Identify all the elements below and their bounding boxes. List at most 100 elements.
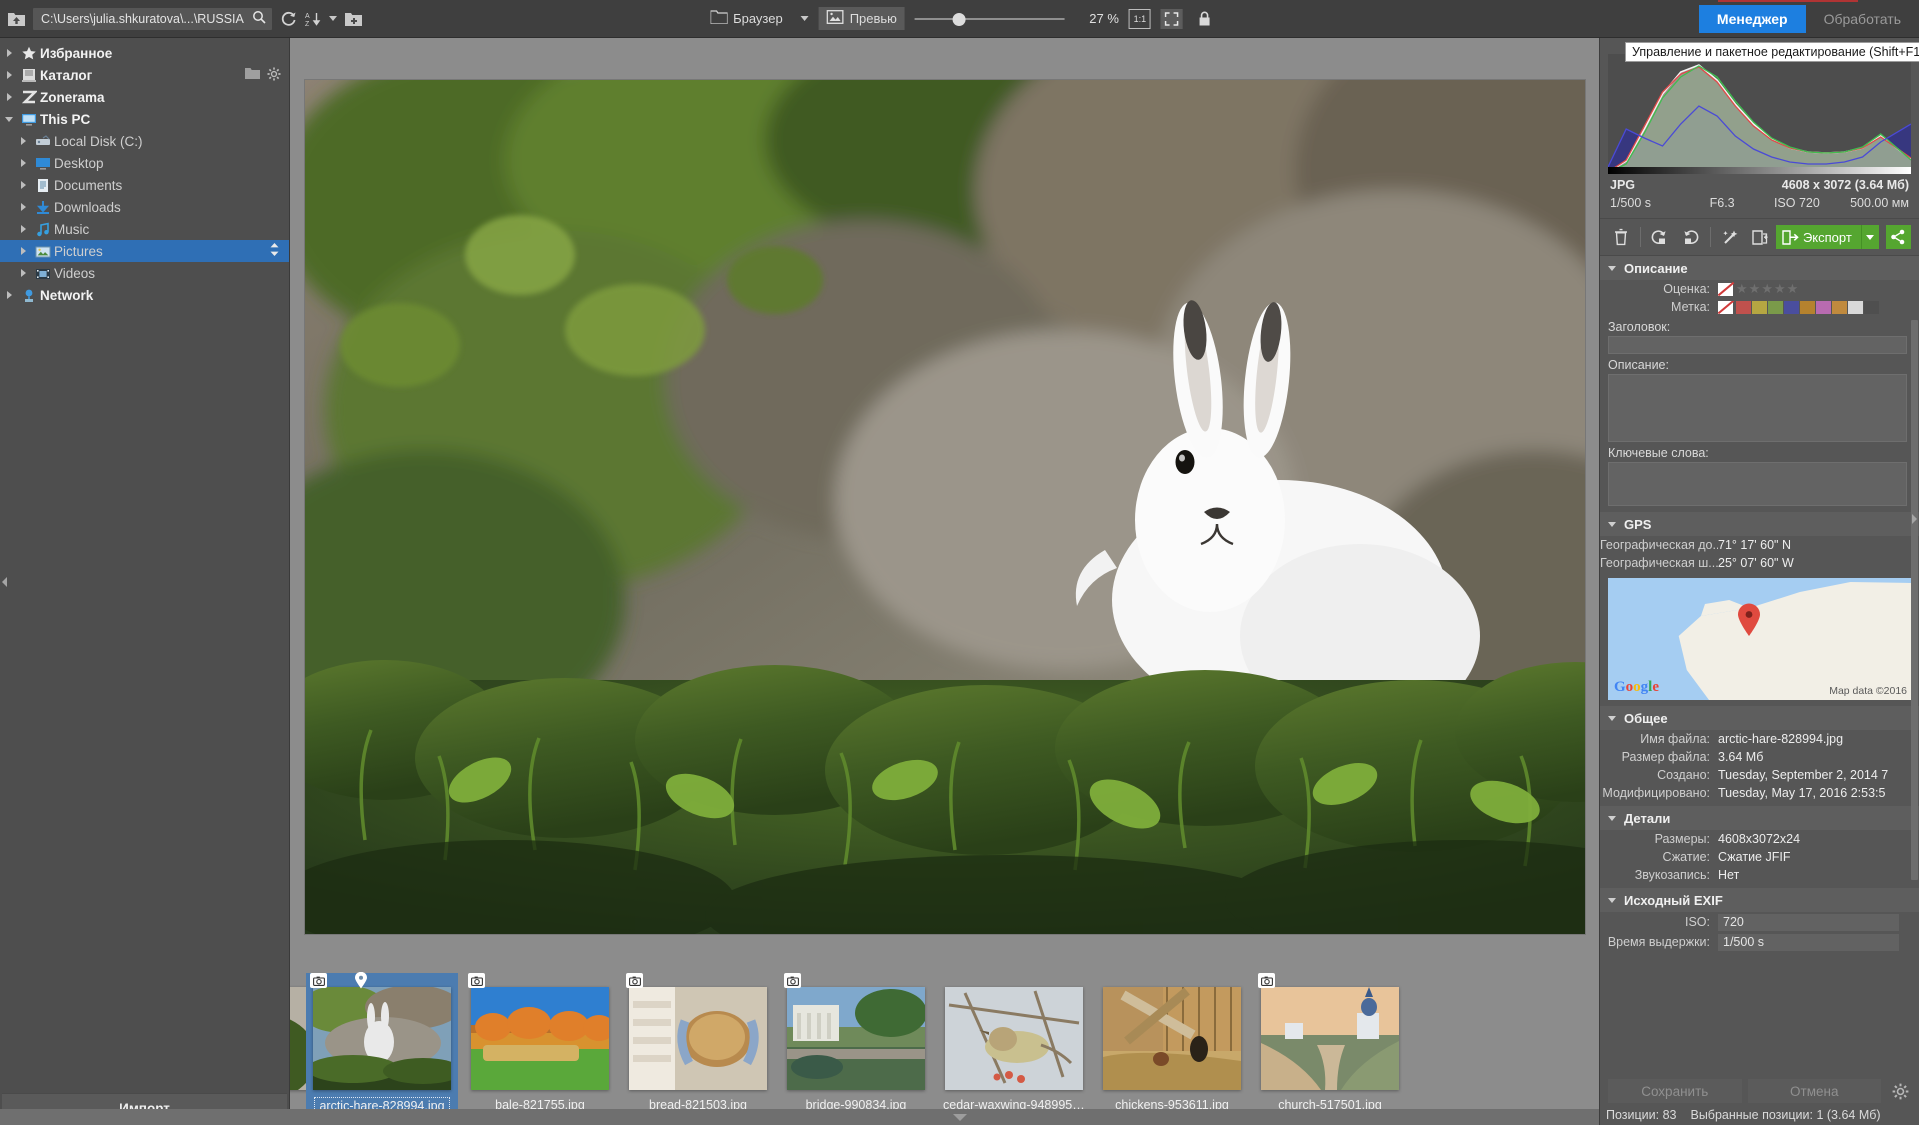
thumbnail-image[interactable] bbox=[629, 987, 767, 1090]
preview-mode-button[interactable]: Превью bbox=[819, 7, 905, 30]
folder-up-icon[interactable] bbox=[8, 8, 25, 30]
lock-icon[interactable] bbox=[1193, 8, 1217, 30]
search-icon[interactable] bbox=[252, 10, 266, 27]
keywords-input[interactable] bbox=[1608, 462, 1907, 506]
sidebar-item-zonerama[interactable]: Zonerama bbox=[0, 86, 289, 108]
gear-icon[interactable] bbox=[267, 67, 281, 84]
thumbnail-image[interactable] bbox=[787, 987, 925, 1090]
section-header-details[interactable]: Детали bbox=[1600, 806, 1919, 830]
rotate-left-icon[interactable] bbox=[1648, 225, 1673, 249]
exif-value[interactable]: 1/500 s bbox=[1718, 934, 1899, 951]
thumbnail-filmstrip[interactable]: arctic-hare-828994.jpgbale-821755.jpgbre… bbox=[290, 965, 1599, 1125]
magic-wand-icon[interactable] bbox=[1718, 225, 1743, 249]
image-viewer[interactable] bbox=[290, 38, 1599, 965]
section-header-general[interactable]: Общее bbox=[1600, 706, 1919, 730]
share-icon[interactable] bbox=[1886, 225, 1911, 249]
sidebar-item-videos[interactable]: Videos bbox=[0, 262, 289, 284]
chevron-right-icon[interactable] bbox=[14, 247, 32, 255]
chevron-right-icon[interactable] bbox=[0, 93, 18, 101]
label-color-swatch[interactable] bbox=[1752, 301, 1767, 314]
sidebar-item-this-pc[interactable]: This PC bbox=[0, 108, 289, 130]
browser-mode-button[interactable]: Браузер bbox=[702, 7, 791, 30]
chevron-right-icon[interactable] bbox=[14, 137, 32, 145]
fit-screen-icon[interactable] bbox=[1161, 9, 1183, 29]
thumbnail-image[interactable] bbox=[1103, 987, 1241, 1090]
panel-scrollbar[interactable] bbox=[1911, 256, 1918, 1075]
chevron-down-icon[interactable] bbox=[0, 117, 18, 122]
panel-scrollbar-thumb[interactable] bbox=[1911, 320, 1918, 880]
chevron-right-icon[interactable] bbox=[14, 159, 32, 167]
thumbnail-item[interactable]: bread-821503.jpg bbox=[622, 973, 774, 1113]
label-color-swatch[interactable] bbox=[1768, 301, 1783, 314]
section-header-description[interactable]: Описание bbox=[1600, 256, 1919, 280]
sidebar-item-documents[interactable]: Documents bbox=[0, 174, 289, 196]
chevron-right-icon[interactable] bbox=[14, 181, 32, 189]
thumbnail-image[interactable] bbox=[1261, 987, 1399, 1090]
sidebar-item-[interactable]: Каталог bbox=[0, 64, 289, 86]
save-button[interactable]: Сохранить bbox=[1608, 1079, 1742, 1103]
path-input[interactable]: C:\Users\julia.shkuratova\...\RUSSIA bbox=[33, 8, 272, 30]
zoom-1to1-button[interactable]: 1:1 bbox=[1129, 9, 1151, 29]
thumbnail-image[interactable] bbox=[471, 987, 609, 1090]
label-color-swatch[interactable] bbox=[1736, 301, 1751, 314]
trash-icon[interactable] bbox=[1608, 225, 1633, 249]
chevron-right-icon[interactable] bbox=[0, 291, 18, 299]
cancel-button[interactable]: Отмена bbox=[1748, 1079, 1882, 1103]
thumbnail-item[interactable]: arctic-hare-828994.jpg bbox=[306, 973, 458, 1115]
exif-row[interactable]: Время выдержки:1/500 s bbox=[1600, 932, 1919, 952]
preview-image[interactable] bbox=[305, 80, 1585, 934]
updown-icon[interactable] bbox=[268, 242, 281, 260]
section-header-exif[interactable]: Исходный EXIF bbox=[1600, 888, 1919, 912]
rating-clear-button[interactable] bbox=[1718, 283, 1733, 296]
tab-develop[interactable]: Обработать bbox=[1806, 5, 1919, 33]
label-color-swatches[interactable] bbox=[1736, 301, 1879, 314]
sidebar-item-music[interactable]: Music bbox=[0, 218, 289, 240]
chevron-right-icon[interactable] bbox=[14, 269, 32, 277]
export-button[interactable]: Экспорт bbox=[1776, 225, 1879, 249]
sidebar-item-local-disk-c[interactable]: Local Disk (C:) bbox=[0, 130, 289, 152]
chevron-right-icon[interactable] bbox=[0, 49, 18, 57]
thumbnail-item[interactable]: cedar-waxwing-948995.jpg bbox=[938, 973, 1090, 1113]
export-chevron-down-icon[interactable] bbox=[1861, 225, 1879, 249]
label-color-swatch[interactable] bbox=[1784, 301, 1799, 314]
tab-manager[interactable]: Менеджер bbox=[1699, 5, 1806, 33]
thumbnail-item[interactable]: church-517501.jpg bbox=[1254, 973, 1406, 1113]
label-clear-button[interactable] bbox=[1718, 301, 1733, 314]
thumbnail-image[interactable] bbox=[945, 987, 1083, 1090]
thumbnail-image[interactable] bbox=[313, 987, 451, 1090]
label-color-swatch[interactable] bbox=[1816, 301, 1831, 314]
chevron-down-icon[interactable] bbox=[329, 16, 337, 21]
folder-icon[interactable] bbox=[245, 67, 260, 83]
gear-icon[interactable] bbox=[1887, 1083, 1913, 1100]
section-header-gps[interactable]: GPS bbox=[1600, 512, 1919, 536]
sort-az-icon[interactable]: AZ bbox=[305, 8, 321, 30]
refresh-icon[interactable] bbox=[280, 8, 297, 30]
sidebar-item-pictures[interactable]: Pictures bbox=[0, 240, 289, 262]
exif-row[interactable]: ISO:720 bbox=[1600, 912, 1919, 932]
add-folder-icon[interactable] bbox=[345, 8, 362, 30]
rating-stars[interactable]: ★★★★★ bbox=[1736, 281, 1798, 297]
rotate-right-icon[interactable] bbox=[1677, 225, 1702, 249]
label-color-swatch[interactable] bbox=[1848, 301, 1863, 314]
heading-input[interactable] bbox=[1608, 336, 1907, 354]
sidebar-item-[interactable]: Избранное bbox=[0, 42, 289, 64]
chevron-right-icon[interactable] bbox=[0, 71, 18, 79]
label-color-swatch[interactable] bbox=[1864, 301, 1879, 314]
thumbnail-item[interactable]: bridge-990834.jpg bbox=[780, 973, 932, 1113]
sidebar-item-downloads[interactable]: Downloads bbox=[0, 196, 289, 218]
thumbnail-item[interactable] bbox=[290, 973, 300, 1090]
chevron-right-icon[interactable] bbox=[14, 203, 32, 211]
thumbnail-item[interactable]: bale-821755.jpg bbox=[464, 973, 616, 1113]
collapse-right-panel-handle[interactable] bbox=[1910, 508, 1919, 530]
label-color-swatch[interactable] bbox=[1832, 301, 1847, 314]
add-to-catalog-icon[interactable] bbox=[1747, 225, 1772, 249]
gps-map-preview[interactable]: Google Map data ©2016 bbox=[1608, 578, 1911, 700]
sidebar-item-network[interactable]: Network bbox=[0, 284, 289, 306]
exif-value[interactable]: 720 bbox=[1718, 914, 1899, 931]
label-color-swatch[interactable] bbox=[1800, 301, 1815, 314]
chevron-right-icon[interactable] bbox=[14, 225, 32, 233]
sidebar-item-desktop[interactable]: Desktop bbox=[0, 152, 289, 174]
browser-chevron-down-icon[interactable] bbox=[801, 16, 809, 21]
thumbnail-item[interactable]: chickens-953611.jpg bbox=[1096, 973, 1248, 1113]
zoom-slider-handle[interactable] bbox=[953, 13, 966, 26]
